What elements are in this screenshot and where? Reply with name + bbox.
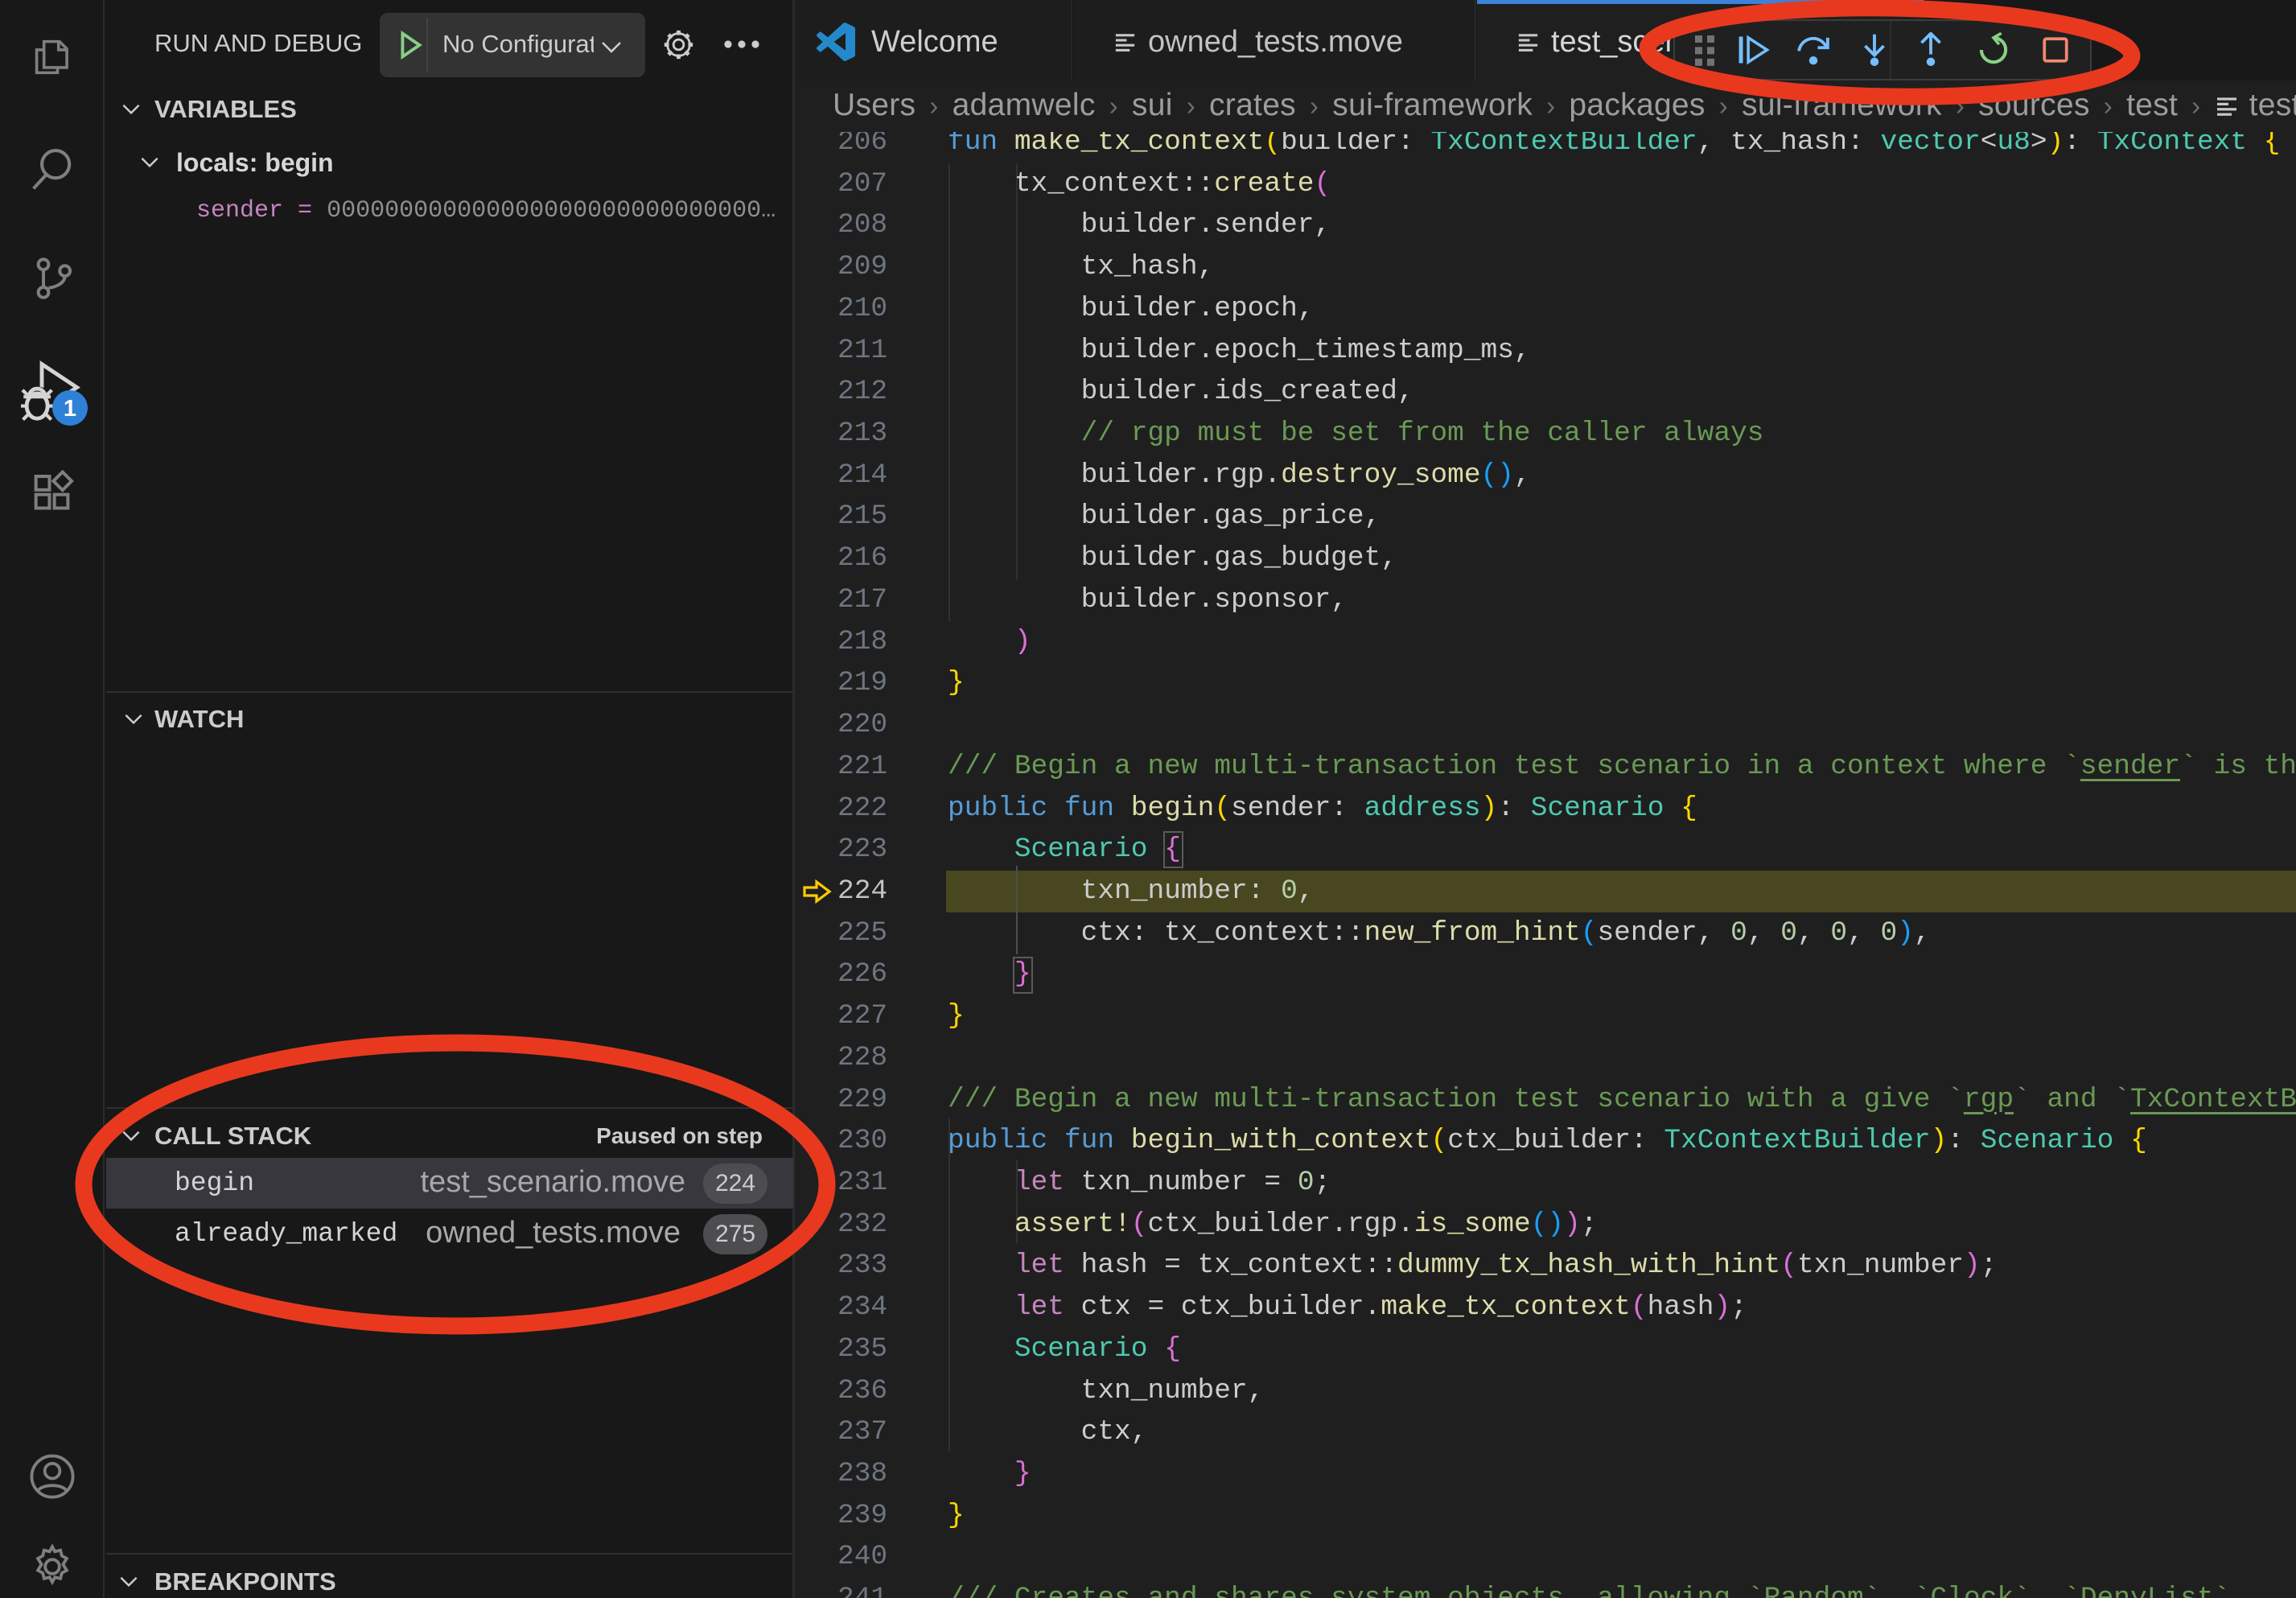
svg-text:1: 1: [64, 396, 76, 422]
